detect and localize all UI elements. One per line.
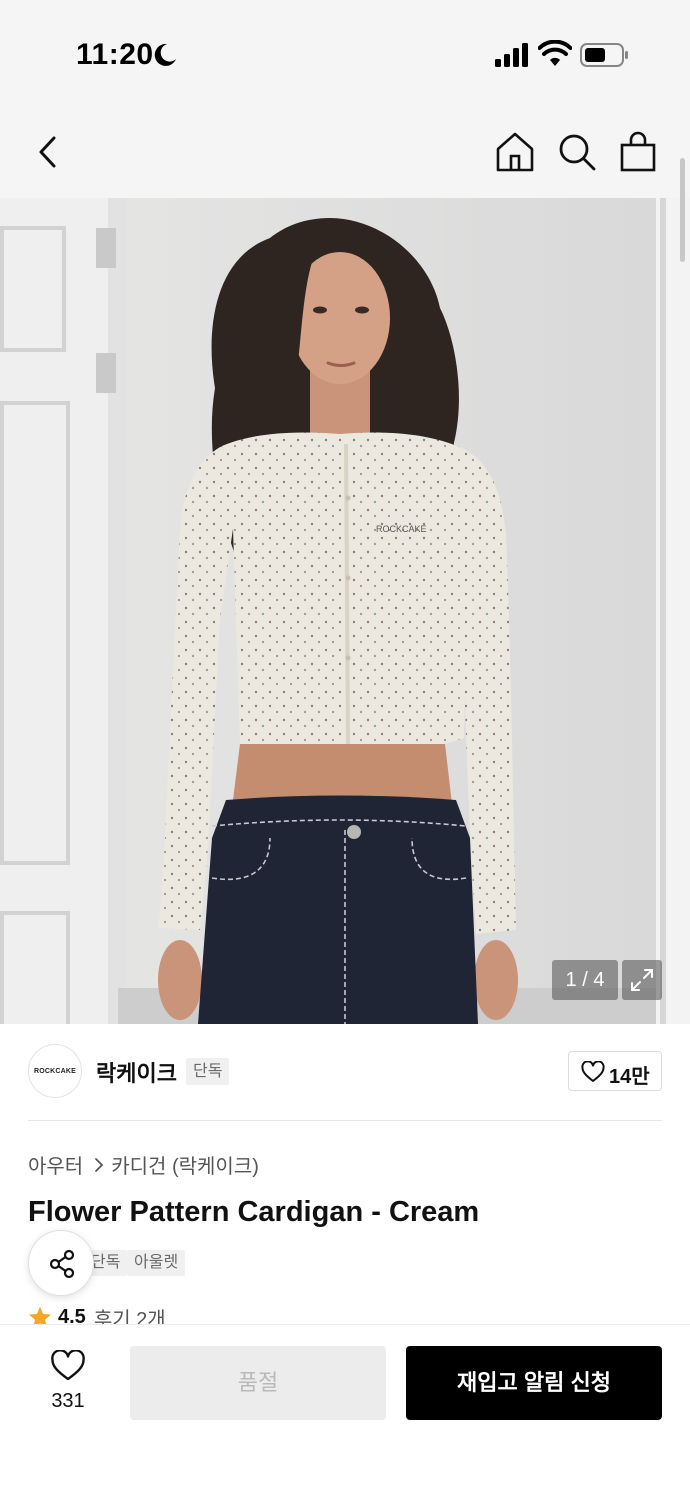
breadcrumb-item-subcategory[interactable]: 카디건 (락케이크) [111,1150,259,1179]
product-title: Flower Pattern Cardigan - Cream [28,1196,480,1228]
gallery-page-indicator: 1 / 4 [552,960,618,1000]
shirt-logo: ROCKCAKE [376,524,427,534]
share-button[interactable] [28,1230,94,1296]
wishlist-count: 331 [51,1390,85,1412]
moon-icon [154,43,176,66]
share-icon [49,1249,75,1279]
product-image-gallery[interactable]: ROCKCAKE [0,198,690,1024]
chevron-right-icon [95,1157,104,1172]
product-tag-outlet: 아울렛 [127,1250,186,1276]
scrollbar-thumb[interactable] [680,158,685,262]
restock-alert-button[interactable]: 재입고 알림 신청 [406,1346,662,1420]
battery-icon [580,43,628,67]
wifi-icon [538,40,572,66]
brand-like-count: 14만 [609,1066,650,1088]
shopping-bag-icon[interactable] [616,130,660,174]
search-icon[interactable] [555,130,599,174]
breadcrumb: 아우터 카디건 (락케이크) [28,1150,259,1179]
expand-icon[interactable] [622,960,662,1000]
top-navigation-bar [0,100,690,198]
product-photo: ROCKCAKE [0,198,690,1024]
wishlist-heart-icon[interactable] [50,1350,86,1382]
soldout-button[interactable]: 품절 [130,1346,386,1420]
brand-exclusive-badge: 단독 [186,1058,230,1085]
home-icon[interactable] [493,130,537,174]
signal-icon [495,43,528,67]
status-time: 11:20 [76,38,154,71]
breadcrumb-item-category[interactable]: 아우터 [28,1150,83,1179]
chevron-left-icon[interactable] [28,130,72,174]
heart-icon [581,1061,605,1082]
brand-name[interactable]: 락케이크 [96,1056,177,1088]
status-bar: 11:20 [0,0,690,100]
brand-logo[interactable]: ROCKCAKE [28,1044,82,1098]
section-divider [28,1120,662,1121]
brand-like-button[interactable]: 14만 [568,1051,662,1091]
